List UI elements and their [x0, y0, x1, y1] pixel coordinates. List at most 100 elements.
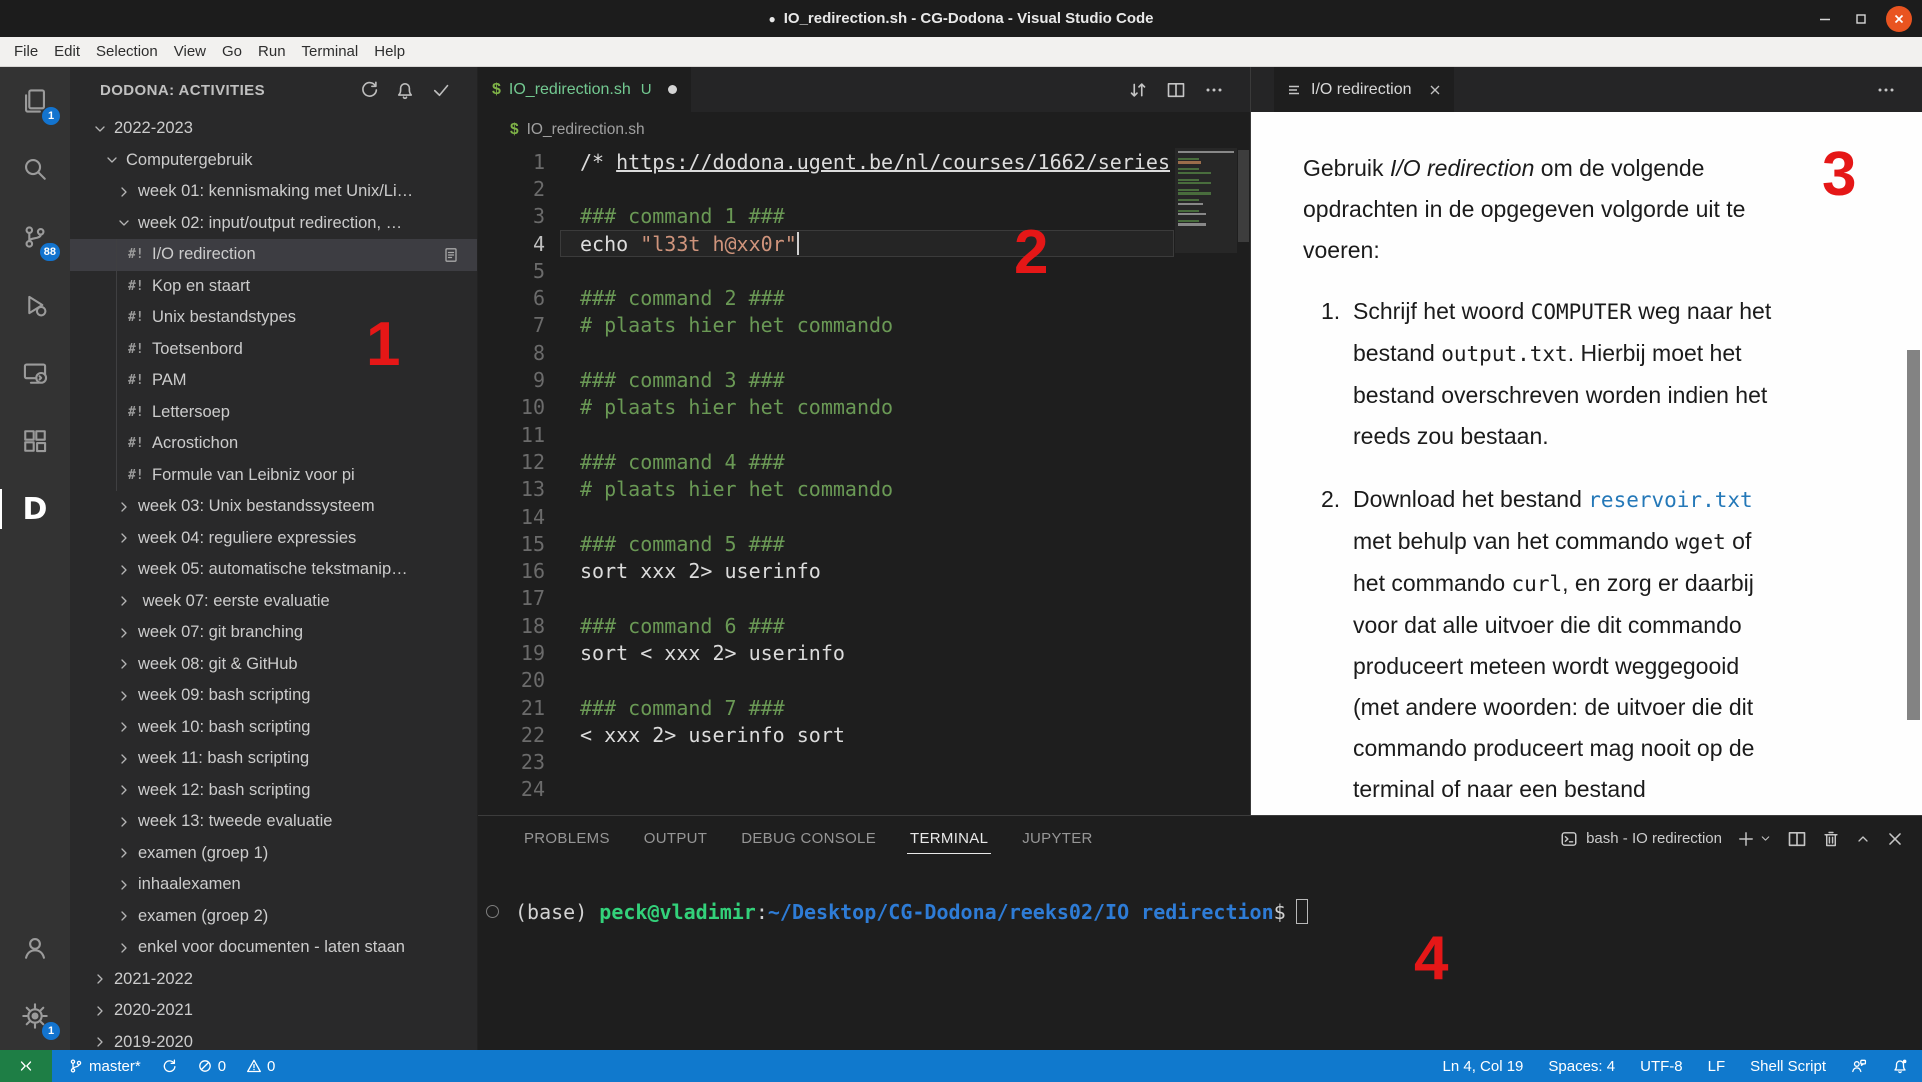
- tree-item-examen-groep-2[interactable]: examen (groep 2): [70, 901, 477, 933]
- status-sync[interactable]: [161, 1058, 177, 1074]
- panel-tab-terminal[interactable]: TERMINAL: [893, 816, 1005, 861]
- editor-scrollbar[interactable]: [1237, 148, 1250, 815]
- minimap[interactable]: [1175, 148, 1237, 815]
- menu-item-help[interactable]: Help: [366, 37, 413, 67]
- terminal-instance[interactable]: bash - IO redirection: [1560, 830, 1722, 848]
- tree-item-week-11-bash-scripting[interactable]: week 11: bash scripting: [70, 743, 477, 775]
- status-spaces-4[interactable]: Spaces: 4: [1548, 1058, 1615, 1075]
- tree-item-week-12-bash-scripting[interactable]: week 12: bash scripting: [70, 775, 477, 807]
- tree-item-lettersoep[interactable]: #!Lettersoep: [70, 397, 477, 429]
- code-line-21[interactable]: 21### command 7 ###: [478, 694, 1250, 721]
- code-line-16[interactable]: 16sort xxx 2> userinfo: [478, 557, 1250, 584]
- tree-item-week-04-reguliere-expressies[interactable]: week 04: reguliere expressies: [70, 523, 477, 555]
- minimize-icon[interactable]: [1814, 8, 1836, 30]
- activity-source-control[interactable]: 88: [0, 203, 70, 271]
- tree-item-week-10-bash-scripting[interactable]: week 10: bash scripting: [70, 712, 477, 744]
- activity-settings[interactable]: 1: [0, 982, 70, 1050]
- preview-scrollbar[interactable]: [1907, 350, 1920, 720]
- tree-item-week-02-input-output-redirection[interactable]: week 02: input/output redirection, …: [70, 208, 477, 240]
- code-line-14[interactable]: 14: [478, 503, 1250, 530]
- close-window-icon[interactable]: [1886, 6, 1912, 32]
- status-0[interactable]: 0: [246, 1058, 275, 1075]
- close-icon[interactable]: [1886, 830, 1904, 848]
- status-0[interactable]: 0: [197, 1058, 226, 1075]
- tree-item-acrostichon[interactable]: #!Acrostichon: [70, 428, 477, 460]
- code-line-17[interactable]: 17: [478, 585, 1250, 612]
- code-line-2[interactable]: 2: [478, 175, 1250, 202]
- activity-run-debug[interactable]: [0, 271, 70, 339]
- status-utf-8[interactable]: UTF-8: [1640, 1058, 1683, 1075]
- menu-item-file[interactable]: File: [6, 37, 46, 67]
- tree-item-toetsenbord[interactable]: #!Toetsenbord: [70, 334, 477, 366]
- terminal[interactable]: (base) peck@vladimir:~/Desktop/CG-Dodona…: [478, 861, 1922, 1050]
- code-line-1[interactable]: 1/* https://dodona.ugent.be/nl/courses/1…: [478, 148, 1250, 175]
- close-tab-icon[interactable]: [1428, 83, 1442, 97]
- tree-item-week-08-git-github[interactable]: week 08: git & GitHub: [70, 649, 477, 681]
- tree-item-i-o-redirection[interactable]: #!I/O redirection: [70, 239, 477, 271]
- code-line-15[interactable]: 15### command 5 ###: [478, 530, 1250, 557]
- tree-item-pam[interactable]: #!PAM: [70, 365, 477, 397]
- menu-item-go[interactable]: Go: [214, 37, 250, 67]
- maximize-icon[interactable]: [1850, 8, 1872, 30]
- tree-item-examen-groep-1[interactable]: examen (groep 1): [70, 838, 477, 870]
- menu-item-edit[interactable]: Edit: [46, 37, 88, 67]
- tree-item-week-05-automatische-tekstmanip[interactable]: week 05: automatische tekstmanip…: [70, 554, 477, 586]
- activity-account[interactable]: [0, 914, 70, 982]
- code-line-22[interactable]: 22< xxx 2> userinfo sort: [478, 721, 1250, 748]
- open-changes-icon[interactable]: [1128, 80, 1148, 100]
- code-line-12[interactable]: 12### command 4 ###: [478, 448, 1250, 475]
- tab-io-redirection-preview[interactable]: I/O redirection: [1274, 67, 1454, 112]
- tree-item-week-07-eerste-evaluatie[interactable]: week 07: eerste evaluatie: [70, 586, 477, 618]
- tree-item-2019-2020[interactable]: 2019-2020: [70, 1027, 477, 1051]
- panel-tab-jupyter[interactable]: JUPYTER: [1005, 816, 1109, 861]
- panel-tab-problems[interactable]: PROBLEMS: [507, 816, 627, 861]
- breadcrumb[interactable]: $ IO_redirection.sh: [478, 112, 1250, 148]
- status-lf[interactable]: LF: [1708, 1058, 1726, 1075]
- activity-explorer[interactable]: 1: [0, 67, 70, 135]
- tree-item-kop-en-staart[interactable]: #!Kop en staart: [70, 271, 477, 303]
- tree-item-inhaalexamen[interactable]: inhaalexamen: [70, 869, 477, 901]
- code-line-24[interactable]: 24: [478, 776, 1250, 803]
- code-line-10[interactable]: 10# plaats hier het commando: [478, 394, 1250, 421]
- activity-remote-explorer[interactable]: [0, 339, 70, 407]
- tree-item-formule-van-leibniz-voor-pi[interactable]: #!Formule van Leibniz voor pi: [70, 460, 477, 492]
- status-master[interactable]: master*: [68, 1058, 141, 1075]
- tree-item-2021-2022[interactable]: 2021-2022: [70, 964, 477, 996]
- code-line-11[interactable]: 11: [478, 421, 1250, 448]
- status-shell-script[interactable]: Shell Script: [1750, 1058, 1826, 1075]
- add-icon[interactable]: [1737, 830, 1755, 848]
- tree-item-2022-2023[interactable]: 2022-2023: [70, 113, 477, 145]
- code-line-6[interactable]: 6### command 2 ###: [478, 284, 1250, 311]
- tree-item-computergebruik[interactable]: Computergebruik: [70, 145, 477, 177]
- code-line-13[interactable]: 13# plaats hier het commando: [478, 476, 1250, 503]
- chevron-down-icon[interactable]: [1759, 832, 1772, 845]
- code-area[interactable]: 1/* https://dodona.ugent.be/nl/courses/1…: [478, 148, 1250, 815]
- menu-item-selection[interactable]: Selection: [88, 37, 166, 67]
- menu-item-terminal[interactable]: Terminal: [294, 37, 367, 67]
- check-icon[interactable]: [431, 80, 451, 100]
- menu-item-view[interactable]: View: [166, 37, 214, 67]
- tab-io-redirection[interactable]: $ IO_redirection.sh U: [478, 67, 691, 112]
- code-line-3[interactable]: 3### command 1 ###: [478, 203, 1250, 230]
- split-editor-icon[interactable]: [1166, 80, 1186, 100]
- tree-item-2020-2021[interactable]: 2020-2021: [70, 995, 477, 1027]
- tree-item-week-07-git-branching[interactable]: week 07: git branching: [70, 617, 477, 649]
- tree-item-week-03-unix-bestandssysteem[interactable]: week 03: Unix bestandssysteem: [70, 491, 477, 523]
- code-line-8[interactable]: 8: [478, 339, 1250, 366]
- panel-tab-debug-console[interactable]: DEBUG CONSOLE: [724, 816, 893, 861]
- code-line-19[interactable]: 19sort < xxx 2> userinfo: [478, 639, 1250, 666]
- code-line-18[interactable]: 18### command 6 ###: [478, 612, 1250, 639]
- tree-item-week-13-tweede-evaluatie[interactable]: week 13: tweede evaluatie: [70, 806, 477, 838]
- status-bell-dot[interactable]: [1892, 1058, 1908, 1074]
- activity-search[interactable]: [0, 135, 70, 203]
- code-line-23[interactable]: 23: [478, 749, 1250, 776]
- status-feedback[interactable]: [1851, 1058, 1867, 1074]
- code-line-9[interactable]: 9### command 3 ###: [478, 366, 1250, 393]
- code-link-text[interactable]: reservoir.txt: [1588, 488, 1752, 512]
- chevron-up-icon[interactable]: [1855, 831, 1871, 847]
- tree-item-enkel-voor-documenten-laten-staan[interactable]: enkel voor documenten - laten staan: [70, 932, 477, 964]
- refresh-icon[interactable]: [359, 80, 379, 100]
- code-line-20[interactable]: 20: [478, 667, 1250, 694]
- more-actions-icon[interactable]: [1204, 80, 1224, 100]
- code-line-7[interactable]: 7# plaats hier het commando: [478, 312, 1250, 339]
